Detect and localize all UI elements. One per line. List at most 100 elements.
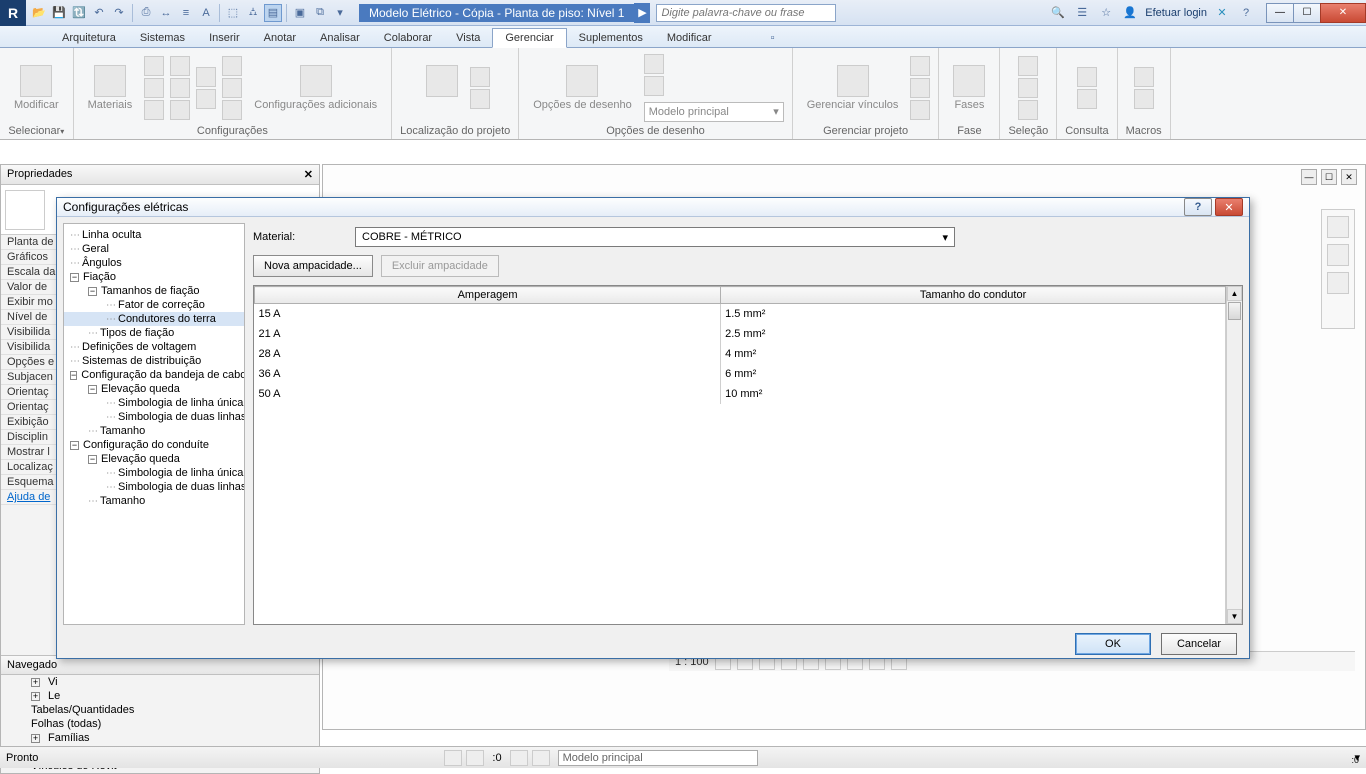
filter-icon[interactable]: ▾:0 — [1354, 751, 1360, 764]
coords-icon[interactable] — [470, 67, 490, 87]
object-styles-icon[interactable] — [144, 56, 164, 76]
browser-item[interactable]: +Famílias — [1, 731, 319, 745]
cell-conductor-size[interactable]: 2.5 mm² — [721, 324, 1226, 344]
materials-button[interactable]: Materiais — [82, 63, 139, 113]
browser-item[interactable]: Folhas (todas) — [1, 717, 319, 731]
cell-amperage[interactable]: 21 A — [255, 324, 721, 344]
view-minimize-icon[interactable]: — — [1301, 169, 1317, 185]
tab-vista[interactable]: Vista — [444, 29, 492, 47]
add-to-set-icon[interactable] — [644, 54, 664, 74]
transfer-icon[interactable] — [170, 100, 190, 120]
app-logo[interactable]: R — [0, 0, 26, 26]
tab-analisar[interactable]: Analisar — [308, 29, 372, 47]
tree-node[interactable]: −Tamanhos de fiação — [64, 284, 244, 298]
tree-node[interactable]: −Elevação queda — [64, 452, 244, 466]
panel-title-selecionar[interactable]: Selecionar — [8, 123, 64, 139]
panel-template-icon[interactable] — [222, 100, 242, 120]
3d-icon[interactable]: ⬚ — [224, 4, 242, 22]
expand-icon[interactable]: − — [88, 455, 97, 464]
text-icon[interactable]: A — [197, 4, 215, 22]
additional-settings-button[interactable]: Configurações adicionais — [248, 63, 383, 113]
favorite-icon[interactable]: ☆ — [1097, 4, 1115, 22]
tree-node[interactable]: ⋯Simbologia de linha única — [64, 396, 244, 410]
ids-icon[interactable] — [1077, 67, 1097, 87]
macro-manager-icon[interactable] — [1134, 67, 1154, 87]
section-icon[interactable]: ⛼ — [244, 4, 262, 22]
tree-node[interactable]: −Fiação — [64, 270, 244, 284]
login-link[interactable]: Efetuar login — [1145, 7, 1207, 19]
expand-icon[interactable]: − — [70, 273, 79, 282]
browser-item[interactable]: Tabelas/Quantidades — [1, 703, 319, 717]
ok-button[interactable]: OK — [1075, 633, 1151, 655]
selection-icon-3[interactable] — [1018, 100, 1038, 120]
tab-inserir[interactable]: Inserir — [197, 29, 252, 47]
decal-types-icon[interactable] — [910, 78, 930, 98]
cell-amperage[interactable]: 15 A — [255, 304, 721, 324]
location-button[interactable] — [420, 63, 464, 113]
starting-view-icon[interactable] — [910, 100, 930, 120]
tab-anotar[interactable]: Anotar — [252, 29, 308, 47]
dimension-icon[interactable]: ↔ — [157, 4, 175, 22]
design-options-button[interactable]: Opções de desenho — [527, 63, 637, 113]
maximize-button[interactable]: ☐ — [1293, 3, 1321, 23]
snaps-icon[interactable] — [144, 78, 164, 98]
project-info-icon[interactable] — [144, 100, 164, 120]
tree-node[interactable]: ⋯Simbologia de duas linhas — [64, 480, 244, 494]
tree-node[interactable]: −Elevação queda — [64, 382, 244, 396]
expand-icon[interactable]: − — [88, 385, 97, 394]
mep-settings-icon[interactable] — [222, 78, 242, 98]
expand-icon[interactable]: − — [88, 287, 97, 296]
open-icon[interactable]: 📂 — [30, 4, 48, 22]
expand-icon[interactable]: + — [31, 692, 40, 701]
main-model-combo[interactable]: Modelo principal▾ — [644, 102, 784, 122]
new-ampacity-button[interactable]: Nova ampacidade... — [253, 255, 373, 277]
grid-row[interactable]: 36 A6 mm² — [255, 364, 1226, 384]
grid-scrollbar[interactable]: ▲ ▼ — [1226, 286, 1242, 624]
manage-links-button[interactable]: Gerenciar vínculos — [801, 63, 905, 113]
tree-node[interactable]: ⋯Tamanho — [64, 494, 244, 508]
help-icon[interactable]: ? — [1237, 4, 1255, 22]
project-params-icon[interactable] — [170, 56, 190, 76]
selection-icon-2[interactable] — [1018, 78, 1038, 98]
position-icon[interactable] — [470, 89, 490, 109]
tree-node[interactable]: ⋯Tipos de fiação — [64, 326, 244, 340]
active-workset-icon[interactable] — [510, 750, 528, 766]
expand-icon[interactable]: − — [70, 441, 79, 450]
grid-row[interactable]: 50 A10 mm² — [255, 384, 1226, 404]
exchange-icon[interactable]: ✕ — [1213, 4, 1231, 22]
tab-suplementos[interactable]: Suplementos — [567, 29, 655, 47]
scroll-down-icon[interactable]: ▼ — [1227, 609, 1242, 624]
scroll-thumb[interactable] — [1228, 302, 1241, 320]
tab-gerenciar[interactable]: Gerenciar — [492, 28, 566, 48]
warnings-icon[interactable] — [1077, 89, 1097, 109]
expand-icon[interactable]: + — [31, 678, 40, 687]
save-icon[interactable]: 💾 — [50, 4, 68, 22]
tree-node[interactable]: ⋯Tamanho — [64, 424, 244, 438]
phases-button[interactable]: Fases — [947, 63, 991, 113]
macro-security-icon[interactable] — [1134, 89, 1154, 109]
tab-colaborar[interactable]: Colaborar — [372, 29, 444, 47]
selection-icon-1[interactable] — [1018, 56, 1038, 76]
expand-icon[interactable]: − — [70, 371, 77, 380]
cell-conductor-size[interactable]: 10 mm² — [721, 384, 1226, 404]
design-option-status-icon[interactable] — [532, 750, 550, 766]
col-conductor-size[interactable]: Tamanho do condutor — [721, 287, 1226, 304]
close-windows-icon[interactable]: ▣ — [291, 4, 309, 22]
shared-params-icon[interactable] — [170, 78, 190, 98]
design-option-combo[interactable] — [558, 750, 758, 766]
editable-only-icon[interactable] — [466, 750, 484, 766]
thinlines-icon[interactable]: ▤ — [264, 4, 282, 22]
communication-icon[interactable]: ☰ — [1073, 4, 1091, 22]
grid-row[interactable]: 21 A2.5 mm² — [255, 324, 1226, 344]
material-combo[interactable]: COBRE - MÉTRICO ▾ — [355, 227, 955, 247]
doc-nav-next[interactable]: ▶ — [634, 3, 650, 23]
purge-icon[interactable] — [196, 67, 216, 87]
align-icon[interactable]: ≡ — [177, 4, 195, 22]
tree-node[interactable]: ⋯Definições de voltagem — [64, 340, 244, 354]
tree-node[interactable]: ⋯Condutores do terra — [64, 312, 244, 326]
cell-amperage[interactable]: 36 A — [255, 364, 721, 384]
cell-amperage[interactable]: 28 A — [255, 344, 721, 364]
tree-node[interactable]: ⋯Ângulos — [64, 256, 244, 270]
view-restore-icon[interactable]: ☐ — [1321, 169, 1337, 185]
expand-icon[interactable]: + — [31, 734, 40, 743]
